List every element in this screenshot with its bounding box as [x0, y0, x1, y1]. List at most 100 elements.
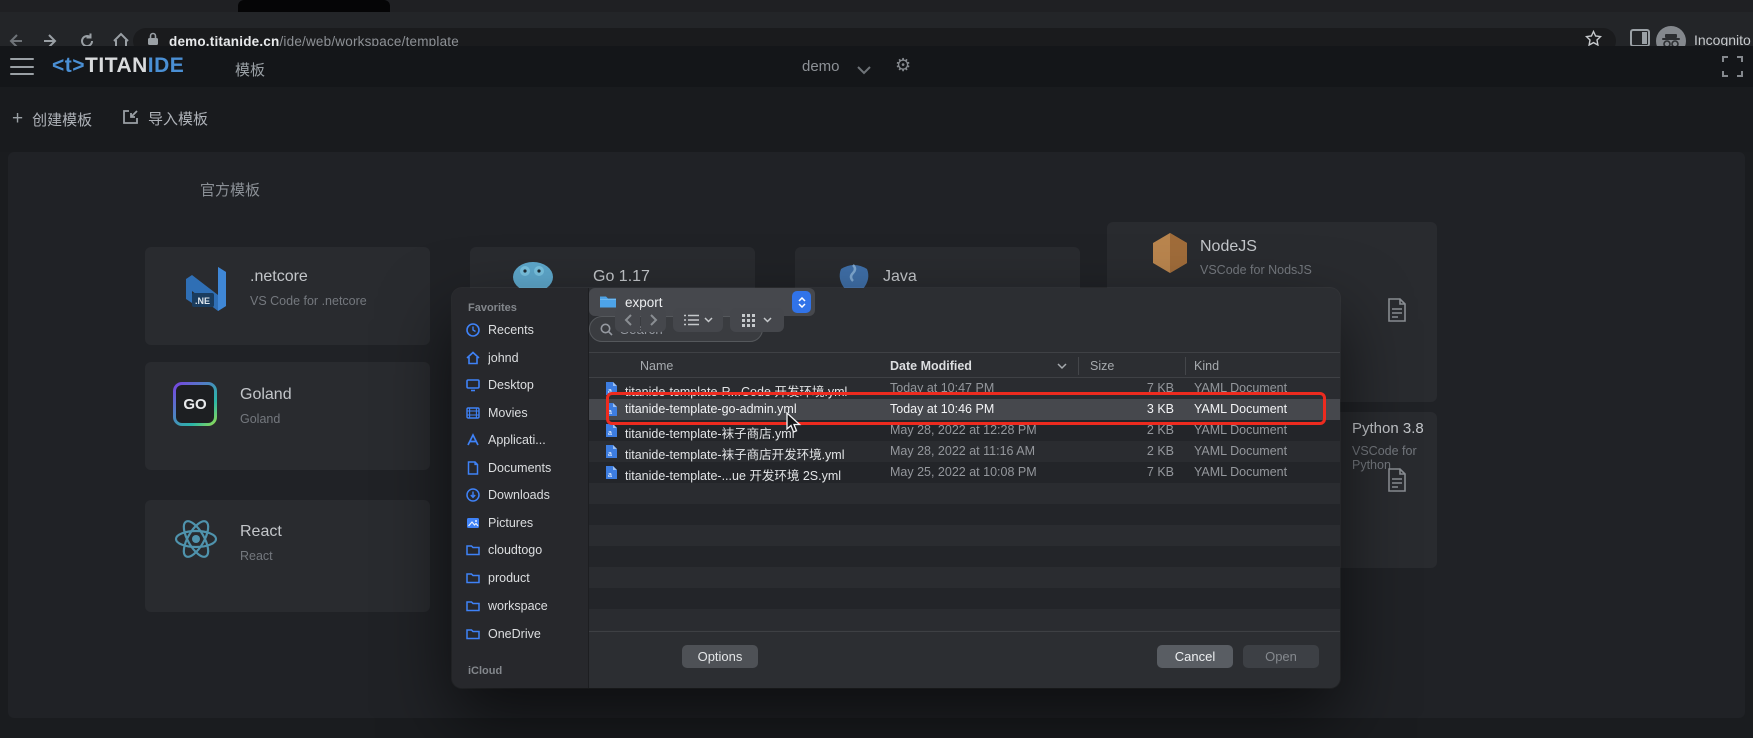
template-action-bar [0, 87, 1753, 152]
react-icon [173, 518, 219, 565]
open-file-dialog: Favorites Recents johnd Desktop Movies A… [452, 288, 1340, 688]
film-icon [466, 406, 480, 420]
browser-tab[interactable] [238, 0, 390, 12]
column-size[interactable]: Size [1090, 359, 1114, 373]
card-subtitle: VS Code for .netcore [250, 294, 367, 308]
page-title: 模板 [235, 59, 265, 80]
column-divider [1185, 357, 1186, 375]
plus-icon: + [12, 108, 23, 130]
import-icon [122, 109, 139, 129]
file-row[interactable]: a titanide-template-袜子商店开发环境.yml May 28,… [589, 441, 1340, 462]
card-title: Python 3.8 [1352, 420, 1424, 437]
column-header-row: Name Date Modified Size Kind [589, 352, 1340, 378]
card-subtitle: React [240, 549, 273, 563]
home-icon [466, 351, 480, 365]
download-icon [466, 488, 480, 502]
cancel-button[interactable]: Cancel [1157, 645, 1233, 668]
options-button[interactable]: Options [682, 645, 758, 668]
card-title: Java [883, 268, 917, 286]
clock-icon [466, 323, 480, 337]
column-divider [1078, 357, 1079, 375]
titanide-logo[interactable]: <t>TITANIDE [52, 54, 184, 78]
appstore-icon [466, 433, 480, 447]
open-button[interactable]: Open [1243, 645, 1319, 668]
chevron-down-icon [704, 317, 713, 323]
import-template-button[interactable]: 导入模板 [122, 108, 208, 129]
file-row[interactable]: a titanide-template-...ue 开发环境 2S.yml Ma… [589, 462, 1340, 483]
sidebar-item-workspace[interactable]: workspace [466, 599, 582, 613]
folder-icon [466, 544, 480, 556]
card-subtitle: Goland [240, 412, 280, 426]
goland-icon: GO [173, 382, 217, 426]
sidebar-item-pictures[interactable]: Pictures [466, 516, 582, 530]
card-title: NodeJS [1200, 238, 1257, 256]
fullscreen-icon[interactable] [1722, 56, 1743, 82]
sidebar-item-applications[interactable]: Applicati... [466, 433, 582, 447]
grid-icon [742, 314, 758, 327]
folder-icon [466, 600, 480, 612]
search-icon [600, 323, 613, 336]
menu-icon[interactable] [10, 58, 34, 75]
section-title: 官方模板 [200, 179, 260, 200]
column-date-modified[interactable]: Date Modified [890, 359, 972, 373]
photo-icon [466, 516, 480, 530]
sidebar-item-documents[interactable]: Documents [466, 461, 582, 475]
sidebar-item-onedrive[interactable]: OneDrive [466, 627, 582, 641]
empty-row [589, 609, 1340, 630]
template-card-react[interactable]: React React [145, 500, 430, 612]
sidebar-item-cloudtogo[interactable]: cloudtogo [466, 543, 582, 557]
card-title: .netcore [250, 268, 308, 286]
empty-row [589, 546, 1340, 567]
browser-toolbar: demo.titanide.cn/ide/web/workspace/templ… [0, 12, 1753, 46]
template-card-netcore[interactable]: .NE .netcore VS Code for .netcore [145, 247, 430, 345]
dialog-forward-button[interactable] [641, 308, 666, 332]
column-kind[interactable]: Kind [1194, 359, 1219, 373]
empty-row [589, 504, 1340, 525]
document-icon [466, 461, 480, 475]
sidebar-item-product[interactable]: product [466, 571, 582, 585]
empty-row [589, 525, 1340, 546]
svg-text:.NE: .NE [195, 296, 210, 306]
yaml-file-icon: a [605, 465, 618, 485]
template-card-goland[interactable]: GO Goland Goland [145, 362, 430, 470]
sort-chevron-icon [1057, 363, 1067, 370]
dialog-content: export Search Name Date Modified Size Ki… [589, 288, 1340, 688]
icloud-label: iCloud [468, 665, 502, 677]
create-template-button[interactable]: + 创建模板 [12, 108, 92, 130]
favorites-label: Favorites [468, 302, 517, 314]
sidebar-item-home[interactable]: johnd [466, 351, 582, 365]
dialog-back-button[interactable] [615, 308, 640, 332]
document-icon[interactable] [1387, 298, 1407, 327]
mouse-cursor [786, 412, 802, 439]
highlight-red-box [606, 392, 1326, 425]
list-view-button[interactable] [673, 308, 723, 332]
sidebar-item-movies[interactable]: Movies [466, 406, 582, 420]
document-icon[interactable] [1387, 468, 1407, 497]
empty-row [589, 588, 1340, 609]
workspace-selector[interactable]: demo [802, 58, 840, 75]
gear-icon[interactable]: ⚙ [895, 55, 911, 76]
folder-icon [466, 628, 480, 640]
column-name[interactable]: Name [640, 359, 673, 373]
empty-row [589, 567, 1340, 588]
sidebar-item-downloads[interactable]: Downloads [466, 488, 582, 502]
netcore-icon: .NE [180, 263, 232, 320]
nodejs-icon [1150, 232, 1190, 279]
sidebar-item-desktop[interactable]: Desktop [466, 378, 582, 392]
browser-tab-strip [0, 0, 1753, 12]
sidebar-item-recents[interactable]: Recents [466, 323, 582, 337]
card-title: Go 1.17 [593, 268, 650, 286]
empty-row [589, 483, 1340, 504]
yaml-file-icon: a [605, 444, 618, 464]
card-title: Goland [240, 386, 292, 404]
dialog-sidebar: Favorites Recents johnd Desktop Movies A… [452, 288, 589, 688]
desktop-icon [466, 378, 480, 392]
svg-text:a: a [608, 472, 612, 479]
card-title: React [240, 523, 282, 541]
list-icon [684, 314, 699, 326]
folder-icon [466, 572, 480, 584]
grid-view-button[interactable] [730, 308, 784, 332]
chevron-down-icon[interactable] [857, 62, 871, 80]
stepper-icon[interactable] [792, 291, 811, 313]
svg-text:a: a [608, 451, 612, 458]
